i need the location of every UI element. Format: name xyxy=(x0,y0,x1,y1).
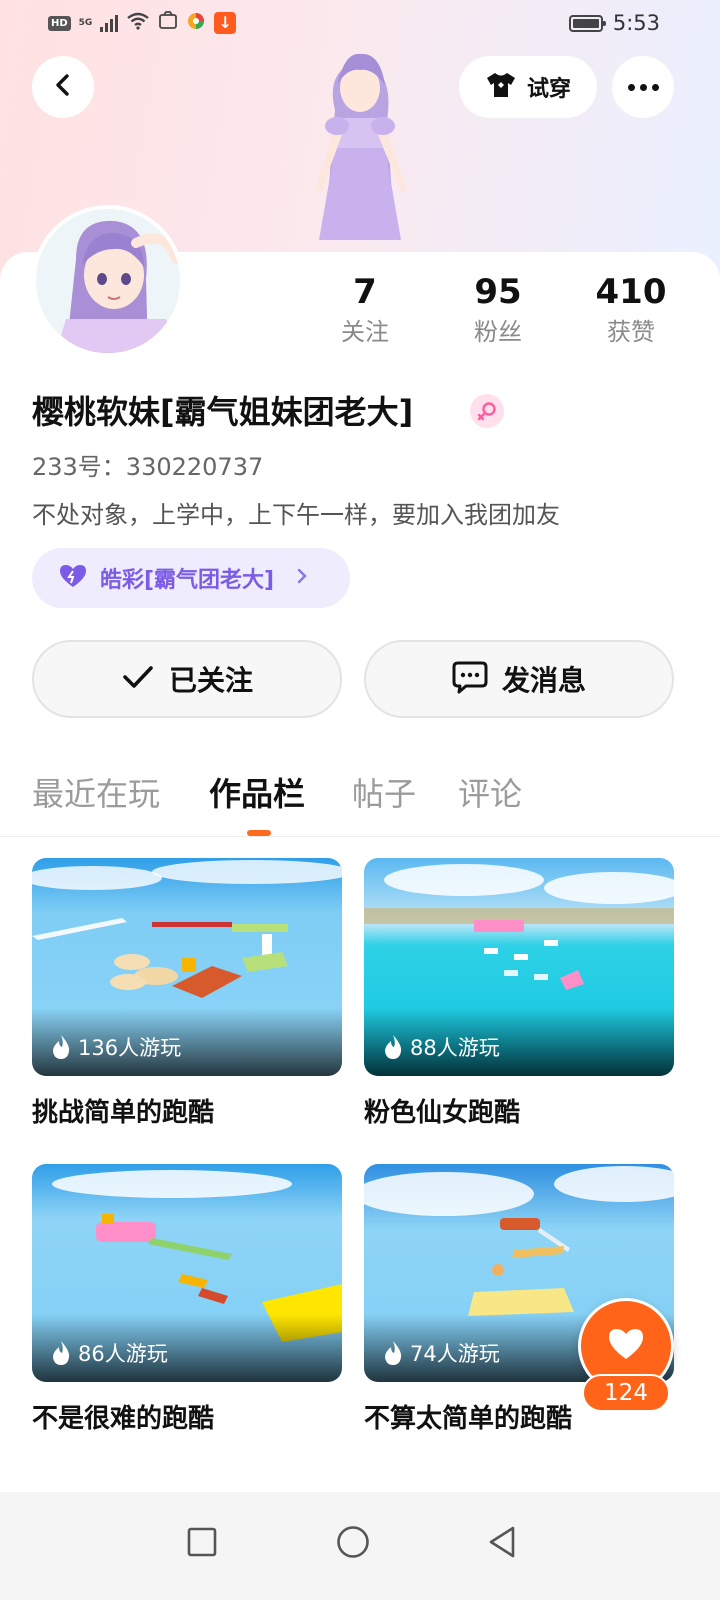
flame-icon xyxy=(382,1340,404,1366)
work-thumbnail[interactable]: 88人游玩 xyxy=(364,858,674,1076)
stat-following[interactable]: 7 关注 xyxy=(310,270,420,350)
notification-app-icon xyxy=(158,11,178,35)
tab-recently-played[interactable]: 最近在玩 xyxy=(32,768,160,820)
play-count-text: 74人游玩 xyxy=(410,1342,500,1366)
try-on-label: 试穿 xyxy=(526,77,571,102)
back-nav-button[interactable] xyxy=(472,1514,532,1574)
likes-label: 获赞 xyxy=(607,318,655,346)
system-nav-bar xyxy=(0,1492,720,1600)
check-icon xyxy=(121,663,155,695)
work-card[interactable]: 86人游玩 不是很难的跑酷 xyxy=(32,1164,342,1438)
tab-works[interactable]: 作品栏 xyxy=(209,768,305,820)
flame-icon xyxy=(50,1340,72,1366)
play-count: 136人游玩 xyxy=(50,1032,181,1062)
battery-icon xyxy=(568,14,606,32)
status-time: 5:53 xyxy=(612,11,660,35)
work-title[interactable]: 粉色仙女跑酷 xyxy=(364,1094,674,1132)
back-button[interactable] xyxy=(32,56,94,118)
female-gender-icon xyxy=(470,394,504,428)
triangle-back-icon xyxy=(487,1525,517,1563)
work-thumbnail[interactable]: 86人游玩 xyxy=(32,1164,342,1382)
bio: 不处对象，上学中，上下午一样，要加入我团加友 xyxy=(32,501,560,529)
flame-icon xyxy=(50,1034,72,1060)
wifi-icon xyxy=(126,12,150,34)
user-id: 233号：330220737 xyxy=(32,453,264,481)
stat-likes[interactable]: 410 获赞 xyxy=(576,270,686,350)
tshirt-icon xyxy=(485,71,517,103)
work-thumbnail[interactable]: 136人游玩 xyxy=(32,858,342,1076)
recent-apps-button[interactable] xyxy=(172,1514,232,1574)
color-app-icon xyxy=(186,11,206,35)
following-label-text: 已关注 xyxy=(168,664,253,697)
square-icon xyxy=(187,1527,217,1561)
play-count-text: 136人游玩 xyxy=(78,1036,182,1060)
avatar-3d-model[interactable] xyxy=(275,40,445,255)
play-count: 74人游玩 xyxy=(382,1338,500,1368)
tab-posts[interactable]: 帖子 xyxy=(352,768,416,820)
work-card[interactable]: 88人游玩 粉色仙女跑酷 xyxy=(364,858,674,1132)
likes-count: 410 xyxy=(595,272,667,312)
group-label: 皓彩[霸气团老大] xyxy=(100,568,275,593)
chevron-right-icon xyxy=(296,566,308,591)
following-count: 7 xyxy=(353,272,377,312)
tab-comments[interactable]: 评论 xyxy=(458,768,522,820)
following-button[interactable]: 已关注 xyxy=(32,640,342,718)
like-count: 124 xyxy=(582,1374,670,1412)
chevron-left-icon xyxy=(50,72,76,102)
try-on-button[interactable]: 试穿 xyxy=(459,56,597,118)
stat-followers[interactable]: 95 粉丝 xyxy=(443,270,553,350)
followers-count: 95 xyxy=(474,272,522,312)
send-message-button[interactable]: 发消息 xyxy=(364,640,674,718)
chat-bubble-icon xyxy=(452,660,488,698)
play-count-text: 86人游玩 xyxy=(78,1342,168,1366)
flame-icon xyxy=(382,1034,404,1060)
following-label: 关注 xyxy=(341,318,389,346)
work-title[interactable]: 挑战简单的跑酷 xyxy=(32,1094,342,1132)
heart-icon xyxy=(606,1326,646,1366)
network-type: 5G xyxy=(78,17,93,28)
group-chip[interactable]: 皓彩[霸气团老大] xyxy=(32,548,350,608)
purple-heart-icon xyxy=(58,563,88,593)
more-options-button[interactable] xyxy=(612,56,674,118)
play-count: 86人游玩 xyxy=(50,1338,168,1368)
signal-icon xyxy=(100,14,119,32)
work-card[interactable]: 136人游玩 挑战简单的跑酷 xyxy=(32,858,342,1132)
work-title[interactable]: 不是很难的跑酷 xyxy=(32,1400,342,1438)
circle-icon xyxy=(336,1525,370,1563)
hd-indicator: HD xyxy=(48,15,71,31)
profile-stats: 7 关注 95 粉丝 410 获赞 xyxy=(0,270,720,360)
home-button[interactable] xyxy=(323,1514,383,1574)
tab-divider xyxy=(0,836,720,837)
download-icon: ↓ xyxy=(214,12,237,34)
followers-label: 粉丝 xyxy=(474,318,522,346)
play-count-text: 88人游玩 xyxy=(410,1036,500,1060)
send-message-label: 发消息 xyxy=(501,664,586,697)
nickname: 樱桃软妹[霸气姐妹团老大] xyxy=(32,393,414,431)
play-count: 88人游玩 xyxy=(382,1032,500,1062)
more-dots-icon xyxy=(627,83,635,91)
